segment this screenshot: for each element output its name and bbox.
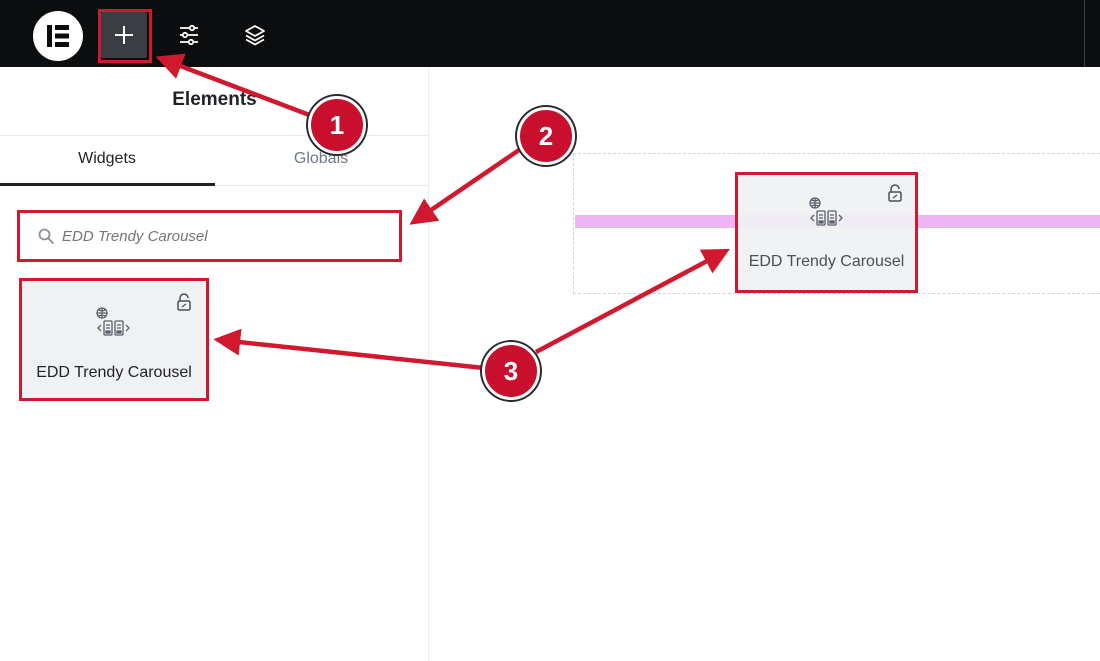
active-tab-indicator — [0, 183, 215, 186]
tab-widgets[interactable]: Widgets — [0, 150, 214, 168]
panel-title: Elements — [172, 89, 257, 110]
search-icon — [38, 228, 54, 244]
step-badge-2: 2 — [517, 107, 575, 165]
elementor-logo-icon[interactable] — [33, 11, 83, 61]
widget-label: EDD Trendy Carousel — [36, 364, 192, 381]
structure-layers-button[interactable] — [232, 12, 278, 58]
panel-divider — [0, 135, 429, 136]
site-settings-button[interactable] — [166, 12, 212, 58]
sliders-icon — [180, 24, 198, 46]
dragged-widget-label: EDD Trendy Carousel — [748, 253, 905, 270]
lock-icon — [888, 184, 902, 202]
widget-edd-trendy-carousel[interactable]: EDD Trendy Carousel — [19, 278, 209, 401]
tab-globals[interactable]: Globals — [214, 150, 428, 168]
search-input[interactable] — [62, 225, 382, 247]
toolbar-divider — [1084, 0, 1085, 67]
top-toolbar — [0, 0, 1100, 67]
layers-icon — [245, 25, 265, 46]
carousel-icon — [96, 307, 130, 336]
dragged-widget-edd-trendy-carousel[interactable]: EDD Trendy Carousel — [735, 172, 918, 293]
lock-icon — [177, 293, 191, 311]
elements-panel: Elements Widgets Globals EDD Trendy Caro… — [0, 67, 429, 661]
add-element-button[interactable] — [101, 12, 147, 58]
arrow-2 — [409, 146, 524, 225]
widget-search-box[interactable] — [17, 210, 402, 262]
tabs-divider — [215, 185, 429, 186]
plus-icon — [115, 26, 133, 44]
step-badge-3: 3 — [482, 342, 540, 400]
carousel-icon — [809, 197, 843, 226]
